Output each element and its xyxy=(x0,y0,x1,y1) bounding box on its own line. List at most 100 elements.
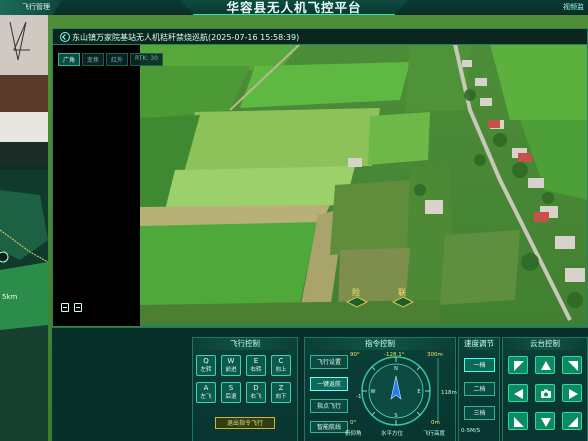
compass-dial: N S W E xyxy=(361,356,431,426)
map-distance-label: 5km xyxy=(2,293,18,301)
flight-management-tab[interactable]: 飞行管理 xyxy=(0,0,62,15)
key-s-label: 后退 xyxy=(225,394,237,400)
altitude-min: 0m xyxy=(431,420,440,426)
tab-wide[interactable]: 广角 xyxy=(58,53,81,66)
gimbal-up-left-button[interactable] xyxy=(508,356,528,374)
key-w[interactable]: W 前进 xyxy=(221,355,241,376)
point-flight-button[interactable]: 指点飞行 xyxy=(310,399,348,413)
gimbal-down-left-button[interactable] xyxy=(508,412,528,430)
speed-level-1-button[interactable]: 一档 xyxy=(464,358,495,372)
camera-icon xyxy=(541,389,551,398)
command-control-title: 指令控制 xyxy=(305,338,455,350)
video-header: 东山镇万家院基站无人机秸秆禁烧巡航(2025-07-16 15:58:39) xyxy=(53,29,587,45)
back-icon[interactable] xyxy=(60,32,70,42)
gimbal-left-button[interactable] xyxy=(508,384,528,402)
gimbal-down-right-button[interactable] xyxy=(562,412,582,430)
altitude-max: 300m xyxy=(427,352,443,358)
gimbal-capture-button[interactable] xyxy=(535,384,555,402)
key-e-label: 右转 xyxy=(250,367,262,373)
key-c-label: 向上 xyxy=(275,367,287,373)
key-d-label: 右飞 xyxy=(250,394,262,400)
altitude-bar xyxy=(437,358,439,422)
pane-toolbar xyxy=(61,303,82,312)
key-d-letter: D xyxy=(253,384,259,392)
marker-link[interactable]: 联 xyxy=(391,287,415,309)
key-s[interactable]: S 后退 xyxy=(221,382,241,403)
speed-level-3-button[interactable]: 三档 xyxy=(464,406,495,420)
svg-text:W: W xyxy=(371,389,376,395)
document-icon[interactable] xyxy=(61,303,69,312)
key-s-letter: S xyxy=(228,384,234,392)
flight-settings-button[interactable]: 飞行设置 xyxy=(310,355,348,369)
key-c-letter: C xyxy=(278,357,284,365)
key-e-letter: E xyxy=(253,357,259,365)
key-z[interactable]: Z 向下 xyxy=(271,382,291,403)
title-plate: 华容县无人机飞控平台 xyxy=(180,0,408,15)
video-window: 东山镇万家院基站无人机秸秆禁烧巡航(2025-07-16 15:58:39) 广… xyxy=(52,28,588,326)
top-header: 飞行管理 华容县无人机飞控平台 视频监 xyxy=(0,0,588,15)
arrow-down-icon xyxy=(541,418,551,427)
arrow-up-icon xyxy=(541,361,551,370)
arrow-down-right-icon xyxy=(568,417,578,427)
tab-zoom[interactable]: 变焦 xyxy=(82,53,105,66)
pitch-min-label: 0° xyxy=(350,420,357,426)
arrow-left-icon xyxy=(514,389,523,399)
gimbal-right-button[interactable] xyxy=(562,384,582,402)
marker-danger[interactable]: 险 xyxy=(345,287,369,309)
command-control-panel: 指令控制 飞行设置 一键返航 指点飞行 智能航线 90° 0° -1° 俯仰角 … xyxy=(304,337,457,441)
gimbal-up-right-button[interactable] xyxy=(562,356,582,374)
exit-command-flight-button[interactable]: 退出指令飞行 xyxy=(215,417,275,429)
page-title: 华容县无人机飞控平台 xyxy=(226,1,362,15)
speed-level-2-button[interactable]: 二档 xyxy=(464,382,495,396)
arrow-up-left-icon xyxy=(514,361,524,371)
layers-icon[interactable] xyxy=(74,303,82,312)
key-z-letter: Z xyxy=(278,384,284,392)
marker-danger-label: 险 xyxy=(352,288,360,297)
gimbal-down-button[interactable] xyxy=(535,412,555,430)
arrow-up-right-icon xyxy=(568,361,578,371)
tab-infrared[interactable]: 红外 xyxy=(106,53,129,66)
pitch-label: 俯仰角 xyxy=(345,431,362,437)
video-title: 东山镇万家院基站无人机秸秆禁烧巡航(2025-07-16 15:58:39) xyxy=(72,33,300,42)
left-side-panel: 5km xyxy=(0,15,48,441)
video-monitor-tab[interactable]: 视频监 xyxy=(563,2,584,12)
key-c[interactable]: C 向上 xyxy=(271,355,291,376)
arrow-down-left-icon xyxy=(514,417,524,427)
flight-control-title: 飞行控制 xyxy=(193,338,297,350)
video-side-pane xyxy=(53,45,140,326)
direction-label: 水平方位 xyxy=(381,431,404,437)
key-d[interactable]: D 右飞 xyxy=(246,382,266,403)
app-root: 飞行管理 华容县无人机飞控平台 视频监 5km 东山镇万家院基站无人机秸秆禁烧巡… xyxy=(0,0,588,441)
gimbal-control-panel: 云台控制 xyxy=(502,337,588,441)
speed-range-label: 0-5M/S xyxy=(461,428,481,434)
key-w-label: 前进 xyxy=(225,367,237,373)
key-z-label: 向下 xyxy=(275,394,287,400)
key-a-letter: A xyxy=(203,384,209,392)
speed-control-panel: 速度调节 一档 二档 三档 0-5M/S xyxy=(458,337,500,441)
control-deck: 飞行控制 Q 左转 W 前进 E 右转 C 向上 A 左飞 S 后退 D 右飞 Z 向下 退出指… xyxy=(52,327,588,441)
svg-text:N: N xyxy=(394,366,398,372)
svg-text:S: S xyxy=(394,413,397,419)
gimbal-control-title: 云台控制 xyxy=(503,338,587,350)
one-key-return-button[interactable]: 一键返航 xyxy=(310,377,348,391)
svg-text:E: E xyxy=(417,389,420,395)
arrow-right-icon xyxy=(569,389,578,399)
key-q-letter: Q xyxy=(203,357,209,365)
smart-route-button[interactable]: 智能航线 xyxy=(310,421,348,433)
altitude-label: 飞行高度 xyxy=(423,431,446,437)
exit-button-label: 退出指令飞行 xyxy=(226,420,263,427)
altitude-current: 118m xyxy=(441,390,457,396)
key-a-label: 左飞 xyxy=(200,394,212,400)
key-e[interactable]: E 右转 xyxy=(246,355,266,376)
key-q[interactable]: Q 左转 xyxy=(196,355,216,376)
rtk-indicator: RTK: 30 xyxy=(130,53,163,66)
key-q-label: 左转 xyxy=(200,367,212,373)
flight-management-label: 飞行管理 xyxy=(22,3,50,11)
marker-link-label: 联 xyxy=(398,288,406,297)
key-w-letter: W xyxy=(227,357,235,365)
gimbal-up-button[interactable] xyxy=(535,356,555,374)
camera-tabs: 广角 变焦 红外 RTK: 30 xyxy=(58,53,163,66)
flight-control-panel: 飞行控制 Q 左转 W 前进 E 右转 C 向上 A 左飞 S 后退 D 右飞 Z 向下 退出指… xyxy=(192,337,298,441)
key-a[interactable]: A 左飞 xyxy=(196,382,216,403)
speed-control-title: 速度调节 xyxy=(459,338,499,350)
